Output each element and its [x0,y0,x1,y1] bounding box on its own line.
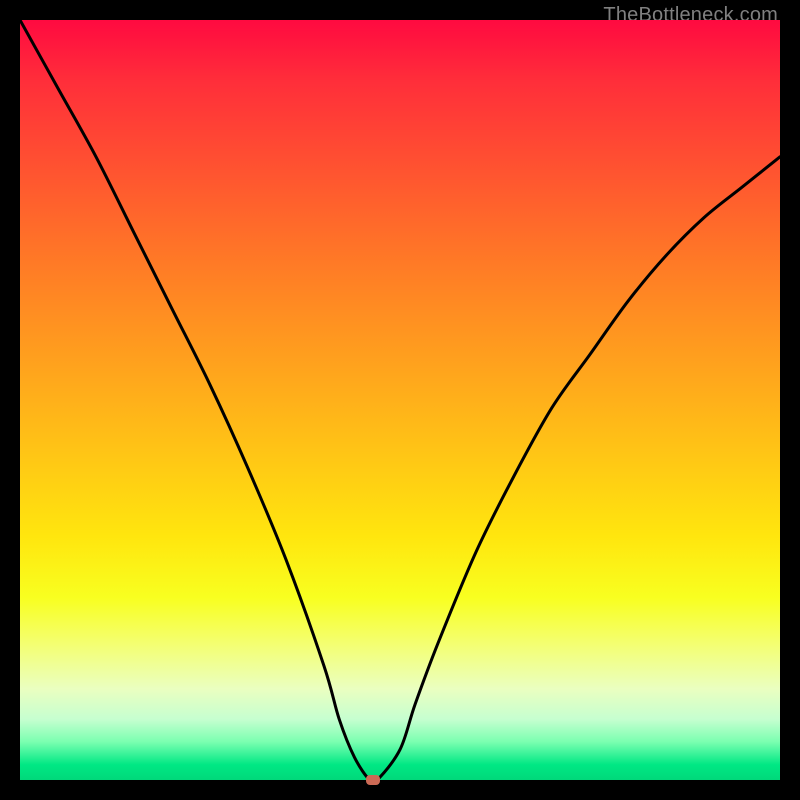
bottleneck-curve [20,20,780,780]
optimum-marker [366,775,380,785]
chart-frame: TheBottleneck.com [0,0,800,800]
plot-area [20,20,780,780]
